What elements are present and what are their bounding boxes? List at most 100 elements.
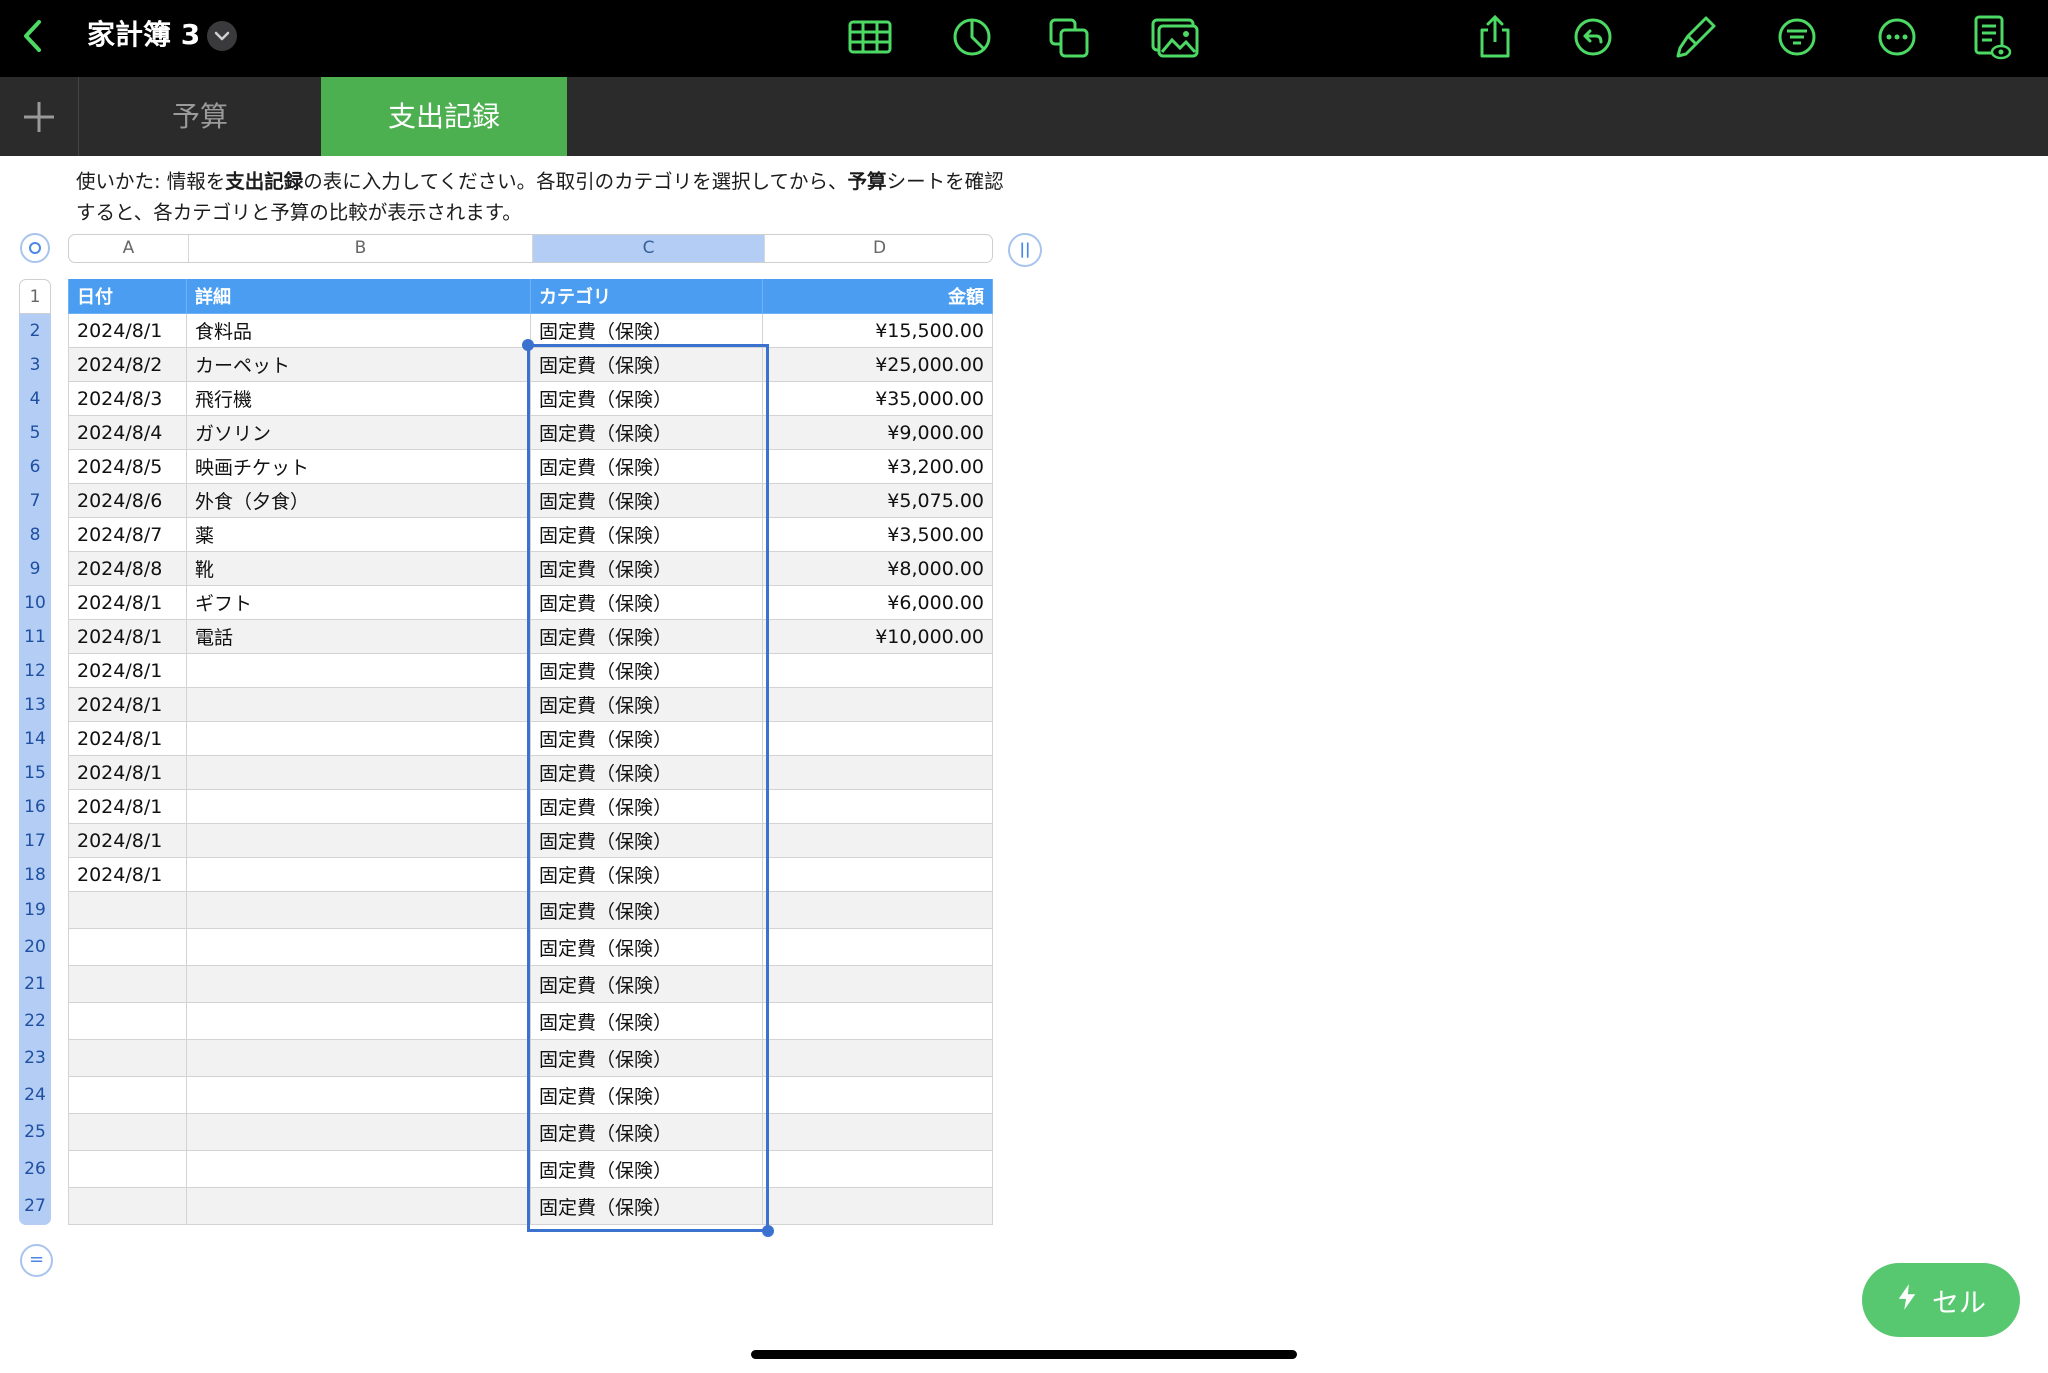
row-header[interactable]: 2 — [19, 314, 51, 348]
cell-detail[interactable]: ギフト — [187, 586, 531, 620]
cell-category[interactable]: 固定費（保険） — [531, 966, 763, 1003]
cell-amount[interactable]: ¥9,000.00 — [763, 416, 993, 450]
cell-amount[interactable] — [763, 824, 993, 858]
cell-detail[interactable]: 飛行機 — [187, 382, 531, 416]
row-header[interactable]: 24 — [19, 1077, 51, 1114]
cell-date[interactable] — [68, 1151, 187, 1188]
header-date[interactable]: 日付 — [68, 279, 187, 314]
cell-detail[interactable] — [187, 654, 531, 688]
cell-category[interactable]: 固定費（保険） — [531, 314, 763, 348]
cell-date[interactable]: 2024/8/1 — [68, 620, 187, 654]
cell-category[interactable]: 固定費（保険） — [531, 858, 763, 892]
cell-detail[interactable]: 靴 — [187, 552, 531, 586]
cell-category[interactable]: 固定費（保険） — [531, 1003, 763, 1040]
cell-date[interactable] — [68, 892, 187, 929]
cell-date[interactable]: 2024/8/1 — [68, 824, 187, 858]
cell-amount[interactable]: ¥5,075.00 — [763, 484, 993, 518]
cell-detail[interactable] — [187, 858, 531, 892]
back-chevron-icon[interactable] — [14, 16, 54, 56]
more-icon[interactable] — [1872, 12, 1922, 62]
cell-detail[interactable] — [187, 756, 531, 790]
cell-category[interactable]: 固定費（保険） — [531, 722, 763, 756]
tab-budget[interactable]: 予算 — [79, 77, 321, 156]
cell-date[interactable]: 2024/8/6 — [68, 484, 187, 518]
cell-category[interactable]: 固定費（保険） — [531, 824, 763, 858]
row-header[interactable]: 25 — [19, 1114, 51, 1151]
tab-expense-record[interactable]: 支出記録 — [321, 77, 567, 156]
cell-category[interactable]: 固定費（保険） — [531, 756, 763, 790]
cell-date[interactable]: 2024/8/3 — [68, 382, 187, 416]
cell-detail[interactable]: 外食（夕食） — [187, 484, 531, 518]
cell-amount[interactable] — [763, 1114, 993, 1151]
cell-category[interactable]: 固定費（保険） — [531, 929, 763, 966]
cell-category[interactable]: 固定費（保険） — [531, 892, 763, 929]
cell-amount[interactable] — [763, 858, 993, 892]
cell-format-button[interactable]: セル — [1862, 1263, 2020, 1337]
selection-end-handle[interactable] — [762, 1225, 774, 1237]
column-header-a[interactable]: A — [69, 235, 189, 262]
cell-detail[interactable]: 映画チケット — [187, 450, 531, 484]
organize-icon[interactable] — [1772, 12, 1822, 62]
cell-detail[interactable] — [187, 1188, 531, 1225]
cell-detail[interactable]: 食料品 — [187, 314, 531, 348]
cell-category[interactable]: 固定費（保険） — [531, 654, 763, 688]
row-header[interactable]: 13 — [19, 688, 51, 722]
cell-category[interactable]: 固定費（保険） — [531, 688, 763, 722]
cell-amount[interactable]: ¥3,500.00 — [763, 518, 993, 552]
plus-icon[interactable] — [0, 77, 79, 156]
cell-category[interactable]: 固定費（保険） — [531, 382, 763, 416]
cell-category[interactable]: 固定費（保険） — [531, 790, 763, 824]
cell-category[interactable]: 固定費（保険） — [531, 620, 763, 654]
row-header[interactable]: 6 — [19, 450, 51, 484]
cell-category[interactable]: 固定費（保険） — [531, 1114, 763, 1151]
cell-amount[interactable] — [763, 929, 993, 966]
row-header[interactable]: 21 — [19, 966, 51, 1003]
header-detail[interactable]: 詳細 — [187, 279, 531, 314]
cell-amount[interactable]: ¥6,000.00 — [763, 586, 993, 620]
row-header[interactable]: 20 — [19, 929, 51, 966]
row-header[interactable]: 22 — [19, 1003, 51, 1040]
share-icon[interactable] — [1470, 12, 1520, 62]
cell-date[interactable] — [68, 966, 187, 1003]
cell-amount[interactable] — [763, 966, 993, 1003]
cell-date[interactable]: 2024/8/1 — [68, 756, 187, 790]
cell-category[interactable]: 固定費（保険） — [531, 1188, 763, 1225]
cell-category[interactable]: 固定費（保険） — [531, 1151, 763, 1188]
cell-category[interactable]: 固定費（保険） — [531, 348, 763, 382]
cell-date[interactable]: 2024/8/4 — [68, 416, 187, 450]
row-header[interactable]: 27 — [19, 1188, 51, 1225]
cell-detail[interactable]: カーペット — [187, 348, 531, 382]
cell-date[interactable]: 2024/8/1 — [68, 688, 187, 722]
row-header[interactable]: 5 — [19, 416, 51, 450]
cell-detail[interactable]: ガソリン — [187, 416, 531, 450]
cell-detail[interactable] — [187, 1040, 531, 1077]
undo-icon[interactable] — [1568, 12, 1618, 62]
cell-amount[interactable] — [763, 790, 993, 824]
row-header[interactable]: 3 — [19, 348, 51, 382]
media-icon[interactable] — [1150, 12, 1200, 62]
row-header[interactable]: 10 — [19, 586, 51, 620]
table-select-handle[interactable] — [20, 233, 50, 263]
cell-amount[interactable] — [763, 1188, 993, 1225]
cell-date[interactable]: 2024/8/7 — [68, 518, 187, 552]
cell-date[interactable] — [68, 1077, 187, 1114]
cell-date[interactable] — [68, 929, 187, 966]
column-header-d[interactable]: D — [765, 235, 992, 262]
selection-start-handle[interactable] — [522, 339, 534, 351]
cell-category[interactable]: 固定費（保険） — [531, 416, 763, 450]
row-header[interactable]: 23 — [19, 1040, 51, 1077]
home-indicator[interactable] — [751, 1350, 1297, 1359]
cell-amount[interactable]: ¥8,000.00 — [763, 552, 993, 586]
cell-date[interactable]: 2024/8/2 — [68, 348, 187, 382]
cell-amount[interactable]: ¥10,000.00 — [763, 620, 993, 654]
row-header[interactable]: 19 — [19, 892, 51, 929]
header-category[interactable]: カテゴリ — [531, 279, 763, 314]
reader-view-icon[interactable] — [1966, 12, 2016, 62]
cell-date[interactable] — [68, 1114, 187, 1151]
cell-detail[interactable] — [187, 1077, 531, 1114]
cell-amount[interactable] — [763, 1151, 993, 1188]
cell-detail[interactable] — [187, 790, 531, 824]
cell-detail[interactable] — [187, 966, 531, 1003]
row-header[interactable]: 12 — [19, 654, 51, 688]
cell-detail[interactable]: 薬 — [187, 518, 531, 552]
